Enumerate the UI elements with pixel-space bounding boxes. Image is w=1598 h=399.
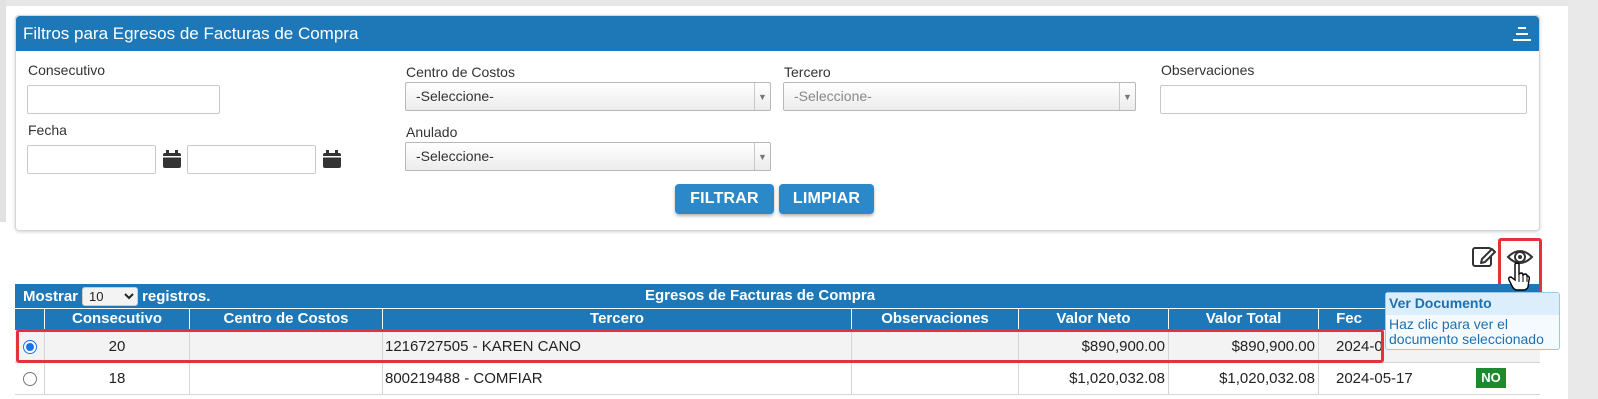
hand-cursor-icon	[1508, 262, 1530, 291]
view-document-tooltip: Ver Documento Haz clic para ver el docum…	[1385, 292, 1560, 350]
observaciones-label: Observaciones	[1161, 62, 1255, 78]
page-size-select[interactable]: 10	[82, 287, 139, 306]
centro-costos-select[interactable]: -Seleccione- ▼	[405, 82, 771, 111]
column-header-valor-total[interactable]: Valor Total	[1169, 309, 1319, 330]
tooltip-body-line2: documento seleccionado	[1389, 331, 1544, 347]
fecha-desde-input[interactable]	[27, 145, 156, 174]
fecha-hasta-input[interactable]	[187, 145, 316, 174]
column-header-tercero[interactable]: Tercero	[383, 309, 852, 330]
grid-toolbar: Mostrar 10 registros. Egresos de Factura…	[15, 284, 1540, 308]
observaciones-cell	[852, 363, 1019, 395]
chevron-down-icon: ▼	[1119, 83, 1135, 110]
window-edge-top	[0, 0, 1568, 6]
column-header-centro-costos[interactable]: Centro de Costos	[190, 309, 383, 330]
tercero-placeholder: -Seleccione-	[794, 88, 872, 104]
anulado-label: Anulado	[406, 124, 458, 140]
tooltip-body-line1: Haz clic para ver el	[1389, 316, 1509, 332]
page: Filtros para Egresos de Facturas de Comp…	[0, 0, 1598, 399]
consecutivo-label: Consecutivo	[28, 62, 106, 78]
tooltip-body: Haz clic para ver el documento seleccion…	[1386, 315, 1559, 349]
column-header-valor-neto[interactable]: Valor Neto	[1019, 309, 1169, 330]
valor-neto-cell: $1,020,032.08	[1019, 363, 1169, 395]
column-header-consecutivo[interactable]: Consecutivo	[45, 309, 190, 330]
fecha-cell: 2024-05-17	[1336, 370, 1413, 387]
filter-panel: Filtros para Egresos de Facturas de Comp…	[15, 15, 1540, 231]
table-row[interactable]: 18 800219488 - COMFIAR $1,020,032.08 $1,…	[15, 363, 1540, 395]
filter-panel-header: Filtros para Egresos de Facturas de Comp…	[16, 16, 1539, 51]
centro-costos-value: -Seleccione-	[416, 88, 494, 104]
centro-costos-label: Centro de Costos	[406, 64, 515, 80]
tercero-cell: 800219488 - COMFIAR	[383, 363, 852, 395]
row-radio[interactable]	[23, 372, 37, 386]
calendar-icon[interactable]	[322, 149, 342, 169]
fecha-label: Fecha	[28, 122, 67, 138]
observaciones-input[interactable]	[1160, 85, 1527, 114]
chevron-down-icon: ▼	[754, 143, 770, 170]
select-cell[interactable]	[15, 363, 45, 395]
calendar-icon[interactable]	[162, 149, 182, 169]
window-edge-left	[0, 0, 6, 222]
tercero-select[interactable]: -Seleccione- ▼	[783, 82, 1136, 111]
anulado-badge: NO	[1476, 368, 1506, 388]
limpiar-button[interactable]: LIMPIAR	[779, 184, 874, 214]
show-suffix: registros.	[142, 288, 211, 305]
consecutivo-cell: 18	[45, 363, 190, 395]
tercero-label: Tercero	[784, 64, 831, 80]
selected-row-highlight	[16, 329, 1384, 363]
consecutivo-input[interactable]	[27, 85, 220, 114]
grid-caption: Egresos de Facturas de Compra	[645, 287, 876, 304]
show-prefix: Mostrar	[23, 288, 79, 305]
valor-total-cell: $1,020,032.08	[1169, 363, 1319, 395]
anulado-value: -Seleccione-	[416, 148, 494, 164]
filtrar-button[interactable]: FILTRAR	[675, 184, 774, 214]
edit-icon[interactable]	[1470, 242, 1498, 270]
chevron-down-icon: ▼	[754, 83, 770, 110]
column-header-observaciones[interactable]: Observaciones	[852, 309, 1019, 330]
column-header-select	[15, 309, 45, 330]
table-header: Consecutivo Centro de Costos Tercero Obs…	[15, 309, 1540, 330]
anulado-select[interactable]: -Seleccione- ▼	[405, 142, 771, 171]
scrollbar-track[interactable]	[1568, 0, 1598, 399]
filter-panel-title: Filtros para Egresos de Facturas de Comp…	[23, 23, 359, 43]
column-header-fecha[interactable]: Fec	[1319, 309, 1379, 330]
page-size-control: Mostrar 10 registros.	[23, 287, 210, 306]
collapse-icon[interactable]	[1513, 25, 1531, 43]
tooltip-title: Ver Documento	[1386, 293, 1559, 315]
centro-cell	[190, 363, 383, 395]
